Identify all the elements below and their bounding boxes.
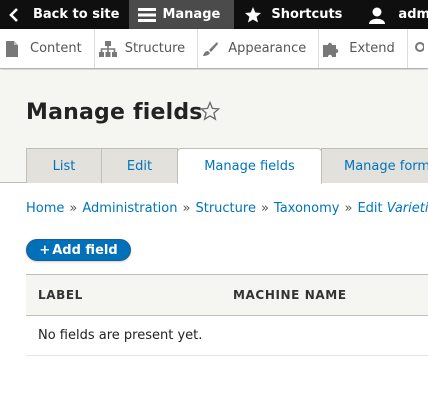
primary-tabs: List Edit Manage fields Manage form [26, 148, 428, 184]
breadcrumb-separator: » [344, 201, 353, 216]
file-icon [4, 40, 20, 57]
star-icon [244, 6, 262, 24]
tab-edit[interactable]: Edit [101, 148, 178, 183]
admin-toolbar: Back to site Manage Shortcuts admin [0, 0, 428, 29]
tray-item-content[interactable]: Content [0, 29, 95, 68]
breadcrumb-vocabulary-name: Varieties [386, 201, 428, 216]
manage-menu-button[interactable]: Manage [129, 0, 235, 29]
breadcrumb-separator: » [182, 201, 191, 216]
shortcuts-menu-button[interactable]: Shortcuts [234, 0, 358, 29]
tray-item-appearance[interactable]: Appearance [198, 29, 320, 68]
fields-table: LABEL MACHINE NAME No fields are present… [26, 274, 428, 356]
shortcuts-label: Shortcuts [271, 7, 343, 22]
column-header-label: LABEL [38, 288, 83, 302]
empty-message: No fields are present yet. [38, 328, 203, 343]
add-shortcut-star-icon[interactable] [199, 100, 221, 121]
tab-label: Edit [126, 158, 153, 174]
tray-item-label: Appearance [228, 41, 307, 56]
breadcrumb-link-taxonomy[interactable]: Taxonomy [274, 201, 340, 216]
breadcrumb-link-home[interactable]: Home [26, 201, 64, 216]
hamburger-icon [137, 6, 157, 24]
tab-label: List [52, 158, 76, 174]
tray-item-extend[interactable]: Extend [319, 29, 408, 68]
breadcrumb-separator: » [260, 201, 269, 216]
table-empty-row: No fields are present yet. [26, 316, 428, 356]
tray-item-label: Content [30, 41, 82, 56]
puzzle-icon [323, 41, 339, 57]
partial-icon [414, 41, 428, 57]
user-label: admin [398, 7, 428, 22]
chevron-left-icon [6, 6, 24, 24]
tab-list[interactable]: List [26, 148, 102, 183]
user-icon [368, 6, 386, 24]
breadcrumb-separator: » [69, 201, 78, 216]
tab-manage-fields[interactable]: Manage fields [177, 148, 322, 184]
user-menu-button[interactable]: admin [358, 0, 428, 29]
column-header-machine-name: MACHINE NAME [233, 288, 347, 302]
tab-manage-form[interactable]: Manage form [321, 148, 428, 183]
breadcrumb: Home » Administration » Structure » Taxonomy » E… [26, 201, 428, 216]
manage-label: Manage [162, 7, 221, 22]
plus-icon: + [39, 242, 51, 258]
tray-item-label: Structure [124, 41, 186, 56]
tab-label: Manage fields [204, 159, 295, 174]
breadcrumb-edit-prefix: Edit [357, 201, 383, 216]
table-header: LABEL MACHINE NAME [26, 274, 428, 316]
tray-item-more[interactable] [408, 29, 428, 68]
sitemap-icon [98, 40, 117, 57]
add-field-label: Add field [52, 242, 118, 258]
back-to-site-link[interactable]: Back to site [0, 0, 129, 29]
page-title: Manage fields [26, 100, 203, 125]
back-to-site-label: Back to site [33, 7, 120, 22]
brush-icon [202, 41, 219, 57]
add-field-button[interactable]: + Add field [26, 239, 131, 261]
admin-tray: Content Structure Appearance Extend [0, 29, 428, 69]
breadcrumb-link-administration[interactable]: Administration [82, 201, 177, 216]
tray-item-structure[interactable]: Structure [95, 29, 199, 68]
tray-item-label: Extend [349, 41, 395, 56]
tab-label: Manage form [344, 158, 428, 174]
breadcrumb-link-structure[interactable]: Structure [195, 201, 255, 216]
breadcrumb-link-edit-varieties[interactable]: Edit Varieties [357, 201, 428, 216]
